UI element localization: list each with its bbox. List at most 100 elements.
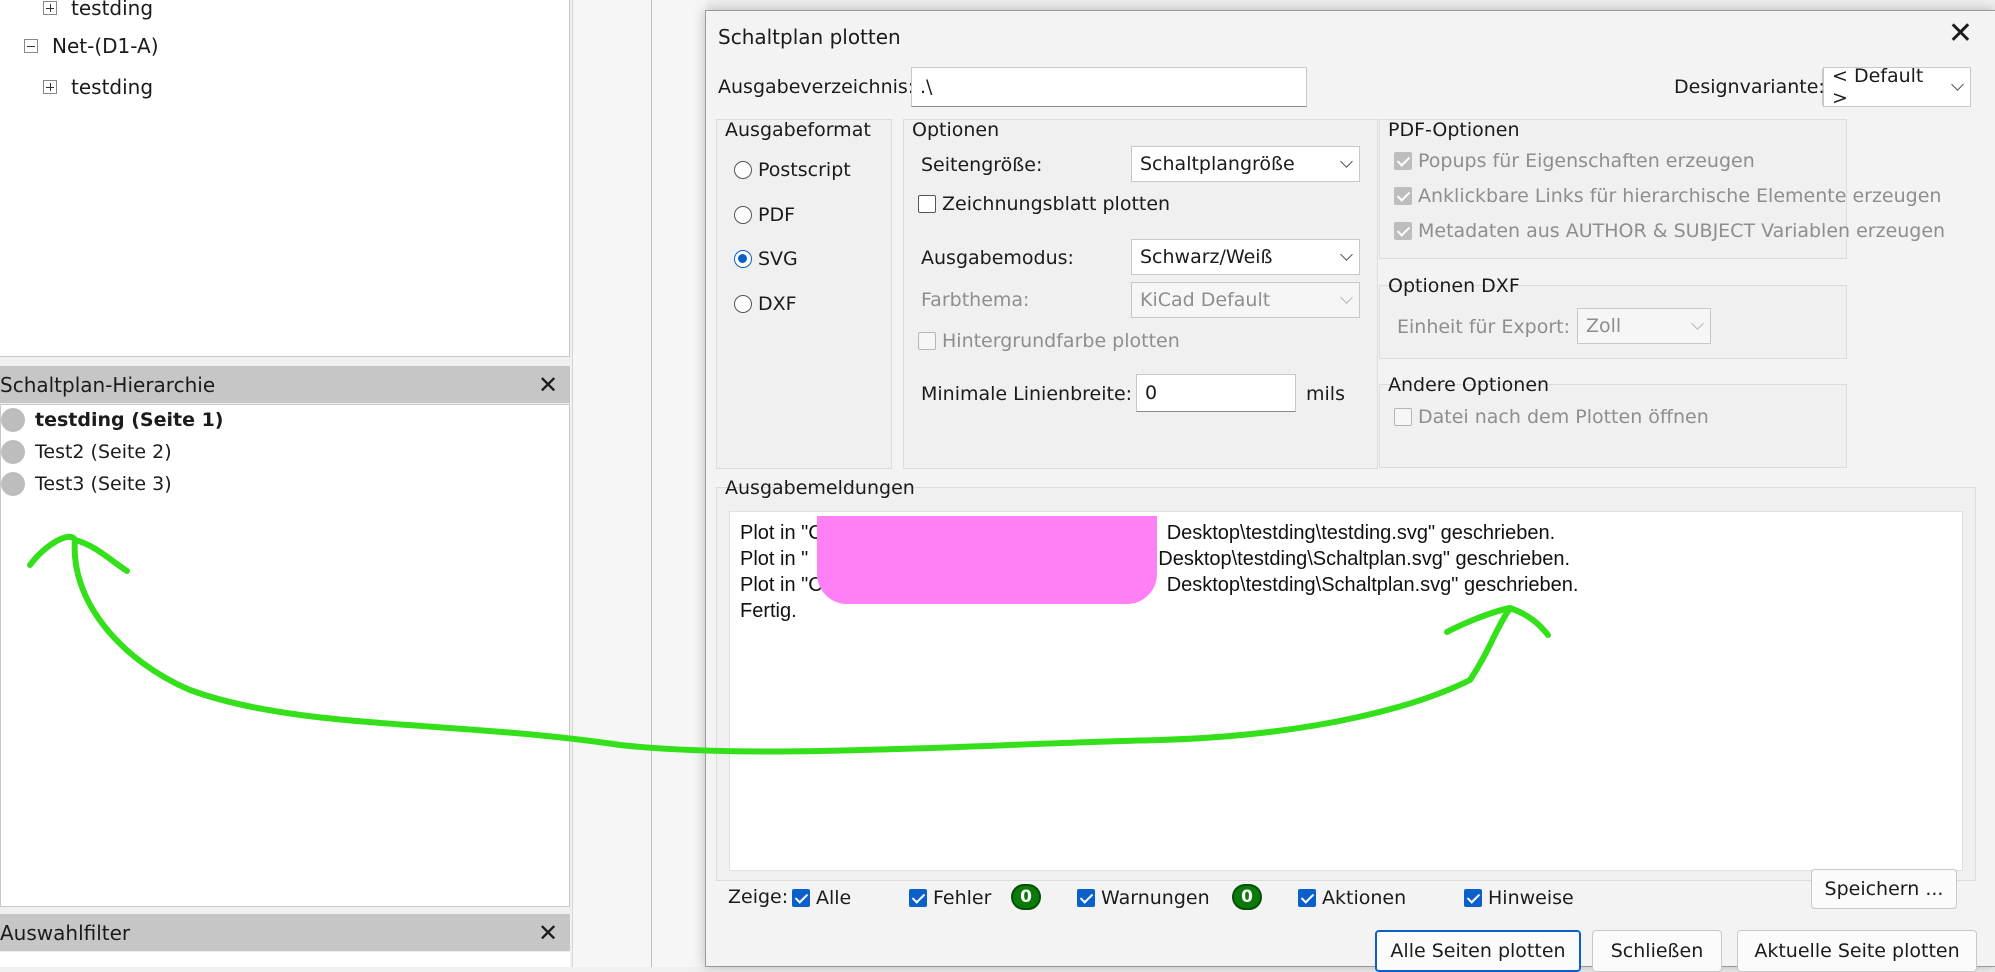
output-mode-value: Schwarz/Weiß xyxy=(1140,246,1273,268)
radio-label: SVG xyxy=(758,248,798,270)
close-icon[interactable]: ✕ xyxy=(534,919,562,947)
filter-actions-checkbox[interactable]: Aktionen xyxy=(1298,887,1406,909)
checkbox-label: Metadaten aus AUTHOR & SUBJECT Variablen… xyxy=(1418,220,1946,242)
show-filter-label: Zeige: xyxy=(728,886,789,908)
schematic-canvas[interactable] xyxy=(572,0,707,967)
chevron-down-icon xyxy=(1340,155,1353,168)
checkbox-indicator xyxy=(1394,187,1412,205)
pdf-metadata-checkbox: Metadaten aus AUTHOR & SUBJECT Variablen… xyxy=(1394,220,1945,242)
plot-current-page-button[interactable]: Aktuelle Seite plotten xyxy=(1737,930,1977,972)
plot-all-pages-button[interactable]: Alle Seiten plotten xyxy=(1375,930,1581,972)
radio-indicator xyxy=(734,250,752,268)
output-dir-label: Ausgabeverzeichnis: xyxy=(718,76,915,98)
plot-schematic-dialog: Schaltplan plotten ✕ Ausgabeverzeichnis:… xyxy=(705,10,1995,972)
checkbox-indicator xyxy=(1464,889,1482,907)
collapse-icon[interactable] xyxy=(24,39,38,53)
hierarchy-item-label: Test2 (Seite 2) xyxy=(35,441,172,463)
messages-textbox[interactable]: Plot in "C Desktop\testding\testding.svg"… xyxy=(729,511,1963,871)
message-suffix: Desktop\testding\Schaltplan.svg" geschri… xyxy=(1158,548,1571,570)
checkbox-indicator xyxy=(918,332,936,350)
selection-filter-title: Auswahlfilter xyxy=(0,920,131,945)
tree-item[interactable]: Net-(D1-A) xyxy=(24,34,159,58)
sheet-icon xyxy=(1,440,25,464)
hierarchy-item-page3[interactable]: Test3 (Seite 3) xyxy=(1,472,172,496)
filter-infos-checkbox[interactable]: Hinweise xyxy=(1464,887,1574,909)
tree-item-label: testding xyxy=(71,75,154,99)
color-theme-value: KiCad Default xyxy=(1140,289,1271,311)
message-prefix: Plot in "C xyxy=(740,522,823,544)
radio-postscript[interactable]: Postscript xyxy=(734,159,851,181)
output-dir-input[interactable]: .\ xyxy=(911,67,1307,107)
save-messages-button[interactable]: Speichern ... xyxy=(1811,869,1957,909)
hierarchy-panel: testding (Seite 1) Test2 (Seite 2) Test3… xyxy=(0,404,570,907)
tree-item[interactable]: testding xyxy=(43,75,153,99)
dxf-unit-select: Zoll xyxy=(1577,308,1711,344)
output-format-title: Ausgabeformat xyxy=(725,119,871,141)
pdf-options-title: PDF-Optionen xyxy=(1388,119,1520,141)
min-line-width-input[interactable]: 0 xyxy=(1136,374,1296,412)
checkbox-indicator xyxy=(918,195,936,213)
close-icon[interactable]: ✕ xyxy=(534,371,562,399)
radio-pdf[interactable]: PDF xyxy=(734,204,795,226)
redaction-overlay xyxy=(817,516,1157,604)
output-mode-label: Ausgabemodus: xyxy=(921,247,1074,269)
warnings-count-badge: 0 xyxy=(1232,884,1262,910)
checkbox-label: Popups für Eigenschaften erzeugen xyxy=(1418,150,1755,172)
message-prefix: Fertig. xyxy=(740,600,797,622)
canvas-border-line xyxy=(651,0,652,967)
pdf-links-checkbox: Anklickbare Links für hierarchische Elem… xyxy=(1394,185,1941,207)
design-variant-select[interactable]: < Default > xyxy=(1823,65,1971,109)
selection-filter-panel xyxy=(0,952,570,967)
tree-item-label: testding xyxy=(71,0,154,20)
filter-warnings-checkbox[interactable]: Warnungen xyxy=(1077,887,1210,909)
dxf-options-title: Optionen DXF xyxy=(1388,275,1520,297)
checkbox-label: Hintergrundfarbe plotten xyxy=(942,330,1180,352)
checkbox-label: Datei nach dem Plotten öffnen xyxy=(1418,406,1709,428)
filter-errors-checkbox[interactable]: Fehler xyxy=(909,887,991,909)
hierarchy-item-label: testding (Seite 1) xyxy=(35,409,224,431)
checkbox-label: Alle xyxy=(816,887,852,909)
open-after-plot-checkbox: Datei nach dem Plotten öffnen xyxy=(1394,406,1709,428)
message-prefix: Plot in "C xyxy=(740,574,823,596)
close-button[interactable]: Schließen xyxy=(1592,930,1722,972)
tree-item-label: Net-(D1-A) xyxy=(52,34,159,58)
net-tree-panel: testding Net-(D1-A) testding xyxy=(0,0,570,357)
filter-all-checkbox[interactable]: Alle xyxy=(792,887,851,909)
radio-svg[interactable]: SVG xyxy=(734,248,798,270)
radio-label: PDF xyxy=(758,204,796,226)
other-options-title: Andere Optionen xyxy=(1388,374,1550,396)
output-mode-select[interactable]: Schwarz/Weiß xyxy=(1131,239,1360,275)
hierarchy-item-page1[interactable]: testding (Seite 1) xyxy=(1,408,223,432)
checkbox-indicator xyxy=(792,889,810,907)
page-size-value: Schaltplangröße xyxy=(1140,153,1295,175)
radio-label: DXF xyxy=(758,293,797,315)
checkbox-indicator xyxy=(1394,408,1412,426)
tree-item[interactable]: testding xyxy=(43,0,153,20)
checkbox-label: Fehler xyxy=(933,887,992,909)
chevron-down-icon xyxy=(1340,248,1353,261)
checkbox-label: Warnungen xyxy=(1101,887,1210,909)
chevron-down-icon xyxy=(1691,317,1704,330)
radio-indicator xyxy=(734,295,752,313)
expand-icon[interactable] xyxy=(43,80,57,94)
hierarchy-panel-title: Schaltplan-Hierarchie xyxy=(0,372,216,397)
sheet-icon xyxy=(1,408,25,432)
close-icon[interactable]: ✕ xyxy=(1948,19,1973,49)
sheet-icon xyxy=(1,472,25,496)
selection-filter-header: Auswahlfilter ✕ xyxy=(0,914,570,951)
checkbox-label: Hinweise xyxy=(1488,887,1574,909)
radio-dxf[interactable]: DXF xyxy=(734,293,797,315)
color-theme-select: KiCad Default xyxy=(1131,282,1360,318)
checkbox-indicator xyxy=(1077,889,1095,907)
design-variant-value: < Default > xyxy=(1832,65,1924,109)
plot-frame-checkbox[interactable]: Zeichnungsblatt plotten xyxy=(918,193,1170,215)
output-dir-value: .\ xyxy=(920,76,933,98)
checkbox-indicator xyxy=(1394,152,1412,170)
message-suffix: Desktop\testding\Schaltplan.svg" geschri… xyxy=(1166,574,1579,596)
page-size-select[interactable]: Schaltplangröße xyxy=(1131,146,1360,182)
checkbox-label: Aktionen xyxy=(1322,887,1407,909)
design-variant-label: Designvariante: xyxy=(1674,76,1825,98)
expand-icon[interactable] xyxy=(43,1,57,15)
checkbox-indicator xyxy=(909,889,927,907)
hierarchy-item-page2[interactable]: Test2 (Seite 2) xyxy=(1,440,172,464)
